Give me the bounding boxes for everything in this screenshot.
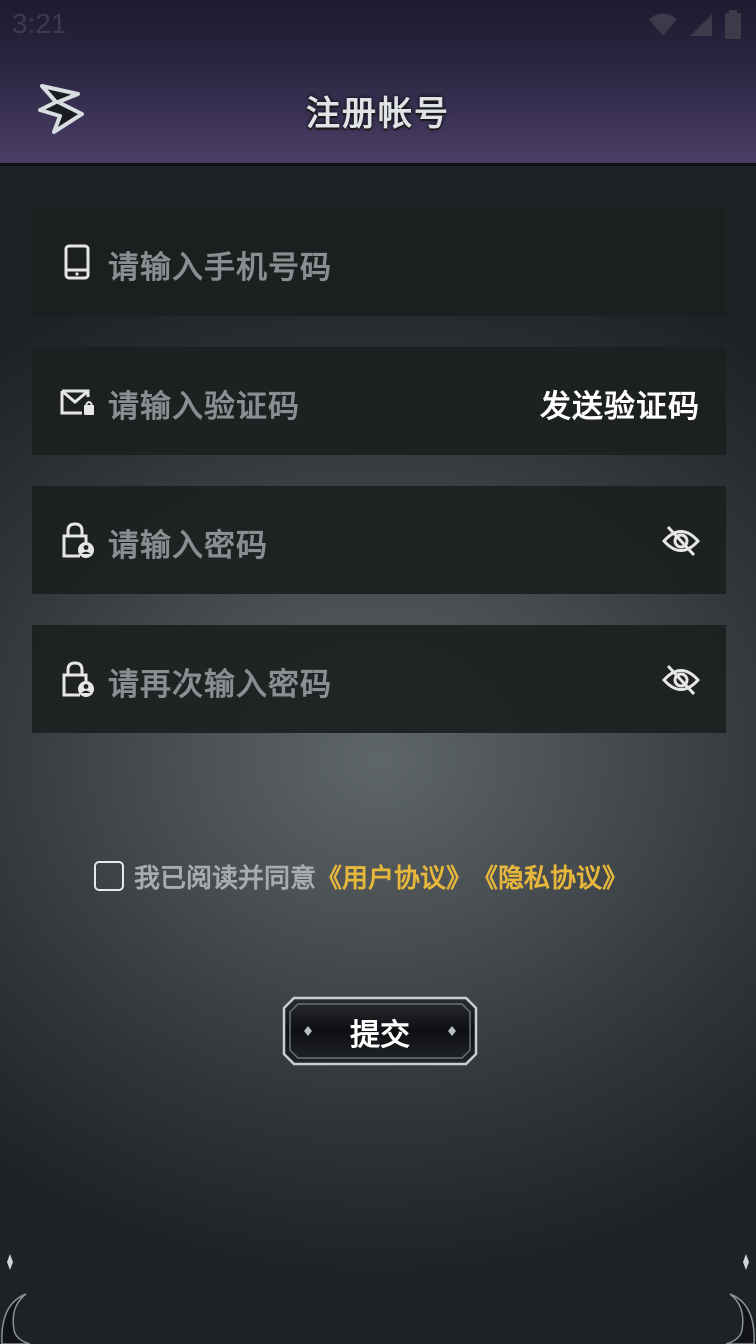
corner-ornament-left bbox=[1, 1254, 31, 1344]
agreement-row: 我已阅读并同意 《用户协议》 《隐私协议》 bbox=[94, 858, 628, 894]
phone-input[interactable]: 请输入手机号码 bbox=[108, 242, 332, 287]
header-bar: 3:21 注册帐号 bbox=[0, 0, 756, 166]
password-input[interactable]: 请输入密码 bbox=[108, 520, 268, 565]
mail-lock-icon bbox=[60, 389, 94, 415]
eye-off-icon[interactable] bbox=[662, 663, 700, 697]
phone-field[interactable]: 请输入手机号码 bbox=[32, 208, 726, 316]
status-icons bbox=[648, 10, 742, 40]
agreement-checkbox[interactable] bbox=[94, 861, 124, 891]
submit-button[interactable]: 提交 bbox=[282, 996, 478, 1066]
register-screen: 3:21 注册帐号 请输入手机号码 请输入验证码 发送验证码 请输入密码 请再次… bbox=[0, 0, 756, 1344]
confirm-password-field[interactable]: 请再次输入密码 bbox=[32, 625, 726, 733]
send-code-button[interactable]: 发送验证码 bbox=[540, 381, 700, 426]
submit-label: 提交 bbox=[350, 1018, 410, 1053]
signal-icon bbox=[690, 14, 712, 36]
wifi-icon bbox=[649, 13, 677, 36]
privacy-policy-link[interactable]: 《隐私协议》 bbox=[472, 858, 628, 895]
user-agreement-link[interactable]: 《用户协议》 bbox=[316, 858, 472, 895]
corner-ornament-right bbox=[725, 1254, 755, 1344]
lock-user-icon bbox=[62, 522, 94, 558]
confirm-password-input[interactable]: 请再次输入密码 bbox=[108, 659, 332, 704]
eye-off-icon[interactable] bbox=[662, 524, 700, 558]
status-time: 3:21 bbox=[12, 8, 67, 39]
battery-icon bbox=[725, 10, 741, 39]
page-title: 注册帐号 bbox=[306, 94, 450, 134]
code-input[interactable]: 请输入验证码 bbox=[108, 381, 300, 426]
password-field[interactable]: 请输入密码 bbox=[32, 486, 726, 594]
agreement-text: 我已阅读并同意 bbox=[134, 863, 317, 894]
code-field[interactable]: 请输入验证码 发送验证码 bbox=[32, 347, 726, 455]
lock-user-icon bbox=[62, 661, 94, 697]
phone-icon bbox=[64, 244, 90, 280]
